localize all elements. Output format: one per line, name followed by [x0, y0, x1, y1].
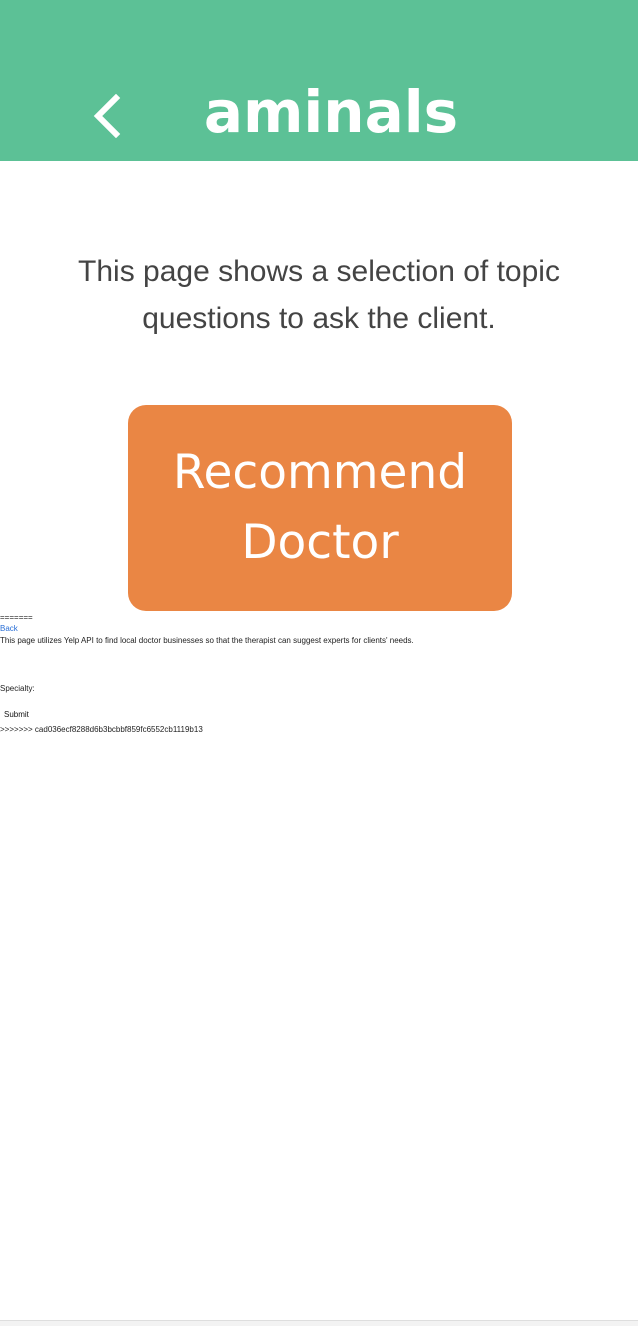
app-header: aminals [0, 0, 638, 161]
intro-text: This page shows a selection of topic que… [78, 255, 560, 335]
merge-marker: >>>>>>> cad036ecf8288d6b3bcbbf859fc6552c… [0, 725, 203, 734]
recommend-doctor-label: Recommend Doctor [172, 445, 468, 570]
merge-separator: ======= [0, 613, 33, 622]
page-description: This page utilizes Yelp API to find loca… [0, 636, 414, 645]
bottom-scroll-edge [0, 1320, 638, 1326]
back-link[interactable]: Back [0, 624, 18, 634]
submit-button[interactable]: Submit [0, 709, 33, 721]
app-title: aminals [203, 78, 459, 146]
specialty-label: Specialty: [0, 684, 35, 693]
recommend-doctor-button[interactable]: Recommend Doctor [128, 405, 512, 611]
